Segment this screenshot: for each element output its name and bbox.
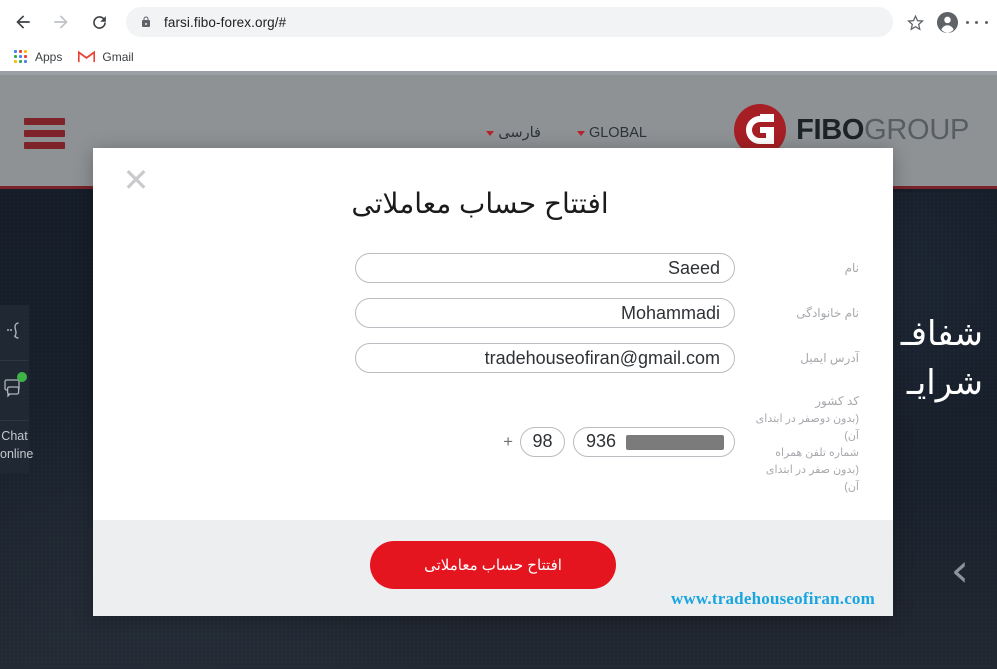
back-button[interactable]: [6, 5, 40, 39]
bookmark-apps[interactable]: Apps: [6, 45, 70, 69]
phone-label-line-2: (بدون دوصفر در ابتدای آن): [755, 412, 859, 442]
form-row-first-name: نام Saeed: [93, 253, 861, 283]
first-name-input[interactable]: Saeed: [355, 253, 735, 283]
last-name-value: Mohammadi: [620, 303, 720, 323]
open-account-submit-button[interactable]: افتتاح حساب معاملاتی: [370, 541, 616, 589]
modal-title: افتتاح حساب معاملاتی: [351, 188, 609, 219]
phone-label-line-1: کد کشور: [815, 394, 859, 408]
form-row-phone: کد کشور (بدون دوصفر در ابتدای آن) شماره …: [93, 388, 861, 496]
gmail-icon: [78, 50, 96, 63]
phone-label-line-3: شماره تلفن همراه: [775, 446, 859, 459]
email-label: آدرس ایمیل: [800, 350, 859, 365]
first-name-label: نام: [844, 260, 859, 275]
browser-chrome: farsi.fibo-forex.org/# Apps Gmail: [0, 0, 997, 75]
star-icon: [906, 14, 924, 31]
kebab-dot: [984, 20, 988, 24]
back-arrow-icon: [16, 15, 30, 29]
profile-button[interactable]: [931, 6, 963, 38]
lock-icon: [140, 15, 152, 29]
country-code-input[interactable]: 98: [520, 426, 565, 457]
toolbar-right-actions: [899, 6, 997, 38]
kebab-dot: [966, 20, 970, 24]
phone-plus-sign: +: [503, 432, 513, 452]
email-value: tradehouseofiran@gmail.com: [484, 348, 720, 368]
chrome-menu-button[interactable]: [963, 6, 991, 38]
kebab-dot: [975, 20, 979, 24]
form-row-email: آدرس ایمیل tradehouseofiran@gmail.com: [93, 343, 861, 373]
watermark-text: www.tradehouseofiran.com: [670, 589, 875, 608]
phone-redaction-bar: [626, 434, 724, 450]
address-bar[interactable]: farsi.fibo-forex.org/#: [126, 7, 893, 37]
bookmark-gmail[interactable]: Gmail: [70, 45, 141, 69]
bookmark-star-button[interactable]: [899, 6, 931, 38]
phone-number-input[interactable]: 936: [573, 426, 735, 457]
phone-label: کد کشور (بدون دوصفر در ابتدای آن) شماره …: [749, 388, 861, 496]
registration-form: نام Saeed نام خانوادگی Mohammadi آدرس ای…: [93, 253, 893, 511]
account-avatar-icon: [936, 11, 958, 33]
web-page: شفافـ شرایـ › REX شرایط معاملاتی 60 جفت …: [0, 75, 997, 669]
last-name-label: نام خانوادگی: [796, 305, 859, 320]
forward-button[interactable]: [44, 5, 78, 39]
browser-toolbar: farsi.fibo-forex.org/#: [0, 0, 997, 44]
modal-overlay: ✕ افتتاح حساب معاملاتی نام Saeed نام خان…: [0, 75, 997, 669]
registration-modal: ✕ افتتاح حساب معاملاتی نام Saeed نام خان…: [93, 148, 893, 616]
country-code-value: 98: [532, 431, 553, 452]
modal-footer: افتتاح حساب معاملاتی www.tradehouseofira…: [93, 520, 893, 616]
bookmark-apps-label: Apps: [35, 49, 63, 64]
forward-arrow-icon: [54, 15, 68, 29]
apps-grid-icon: [14, 49, 28, 64]
bookmarks-bar: Apps Gmail: [0, 42, 997, 71]
first-name-value: Saeed: [667, 258, 720, 278]
email-input[interactable]: tradehouseofiran@gmail.com: [355, 343, 735, 373]
form-row-last-name: نام خانوادگی Mohammadi: [93, 298, 861, 328]
reload-button[interactable]: [82, 5, 116, 39]
last-name-input[interactable]: Mohammadi: [355, 298, 735, 328]
phone-number-value: 936: [586, 431, 617, 452]
bookmark-gmail-label: Gmail: [102, 49, 134, 64]
phone-label-line-4: (بدون صفر در ابتدای آن): [765, 463, 859, 493]
address-bar-url: farsi.fibo-forex.org/#: [164, 14, 287, 30]
reload-icon: [92, 15, 106, 29]
phone-field-group: + 98 936: [503, 426, 735, 457]
